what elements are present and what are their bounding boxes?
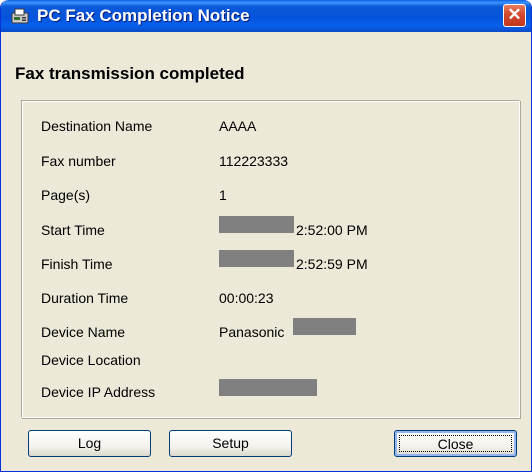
destination-name-label: Destination Name bbox=[41, 118, 153, 134]
device-model-redaction bbox=[293, 318, 356, 335]
device-name-value: Panasonic bbox=[219, 324, 285, 340]
fax-completion-dialog: PC Fax Completion Notice ✕ Fax transmiss… bbox=[0, 0, 532, 472]
device-ip-redaction bbox=[219, 379, 317, 396]
device-location-label: Device Location bbox=[41, 352, 141, 368]
log-button[interactable]: Log bbox=[28, 430, 151, 457]
close-button[interactable]: Close bbox=[394, 430, 517, 457]
status-heading: Fax transmission completed bbox=[15, 64, 245, 83]
setup-button[interactable]: Setup bbox=[169, 430, 292, 457]
window-title: PC Fax Completion Notice bbox=[37, 6, 250, 25]
finish-time-value: 2:52:59 PM bbox=[296, 256, 368, 272]
start-time-value: 2:52:00 PM bbox=[296, 222, 368, 238]
start-date-redaction bbox=[219, 216, 294, 233]
title-bar[interactable]: PC Fax Completion Notice ✕ bbox=[1, 0, 531, 32]
finish-date-redaction bbox=[219, 250, 294, 267]
pages-value: 1 bbox=[219, 187, 227, 203]
pages-label: Page(s) bbox=[41, 187, 91, 203]
fax-icon bbox=[11, 8, 29, 24]
duration-time-label: Duration Time bbox=[41, 290, 129, 306]
device-name-label: Device Name bbox=[41, 324, 126, 340]
finish-time-label: Finish Time bbox=[41, 256, 113, 272]
fax-number-value: 112223333 bbox=[219, 153, 289, 169]
close-button-label: Close bbox=[399, 435, 512, 452]
duration-time-value: 00:00:23 bbox=[219, 290, 274, 306]
device-ip-label: Device IP Address bbox=[41, 384, 156, 400]
destination-name-value: AAAA bbox=[219, 118, 257, 134]
fax-number-label: Fax number bbox=[41, 153, 116, 169]
close-icon[interactable]: ✕ bbox=[503, 4, 526, 27]
start-time-label: Start Time bbox=[41, 222, 105, 238]
